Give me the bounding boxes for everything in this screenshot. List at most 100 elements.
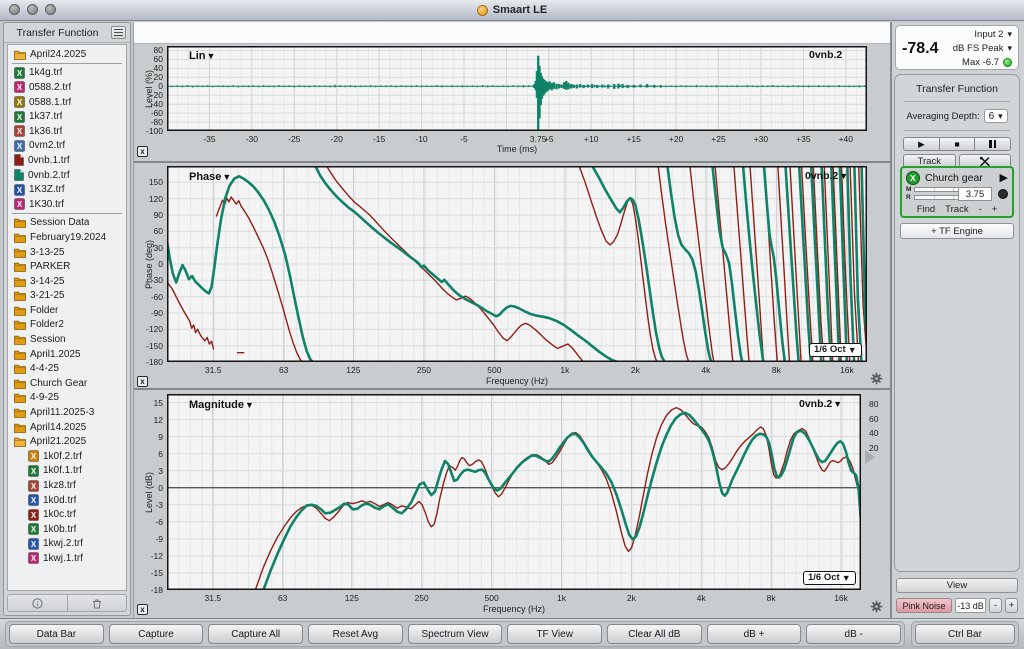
sidebar-file-item[interactable]: X 0588.2.trf [8,80,126,95]
add-tf-engine-button[interactable]: + TF Engine [900,223,1014,239]
record-button[interactable] [998,189,1008,199]
sidebar-folder-item[interactable]: Church Gear [8,376,126,391]
sidebar-file-item[interactable]: X 1kwj.1.trf [8,551,126,566]
window-close-button[interactable] [9,4,20,15]
impulse-chart-menu[interactable]: Lin ▼ [189,50,215,62]
magnitude-chart-menu[interactable]: Magnitude ▼ [189,399,254,411]
sidebar-file-item[interactable]: X 1k0d.trf [8,493,126,508]
sidebar-folder-item[interactable]: April21.2025 [8,434,126,449]
sidebar-folder-item[interactable]: February19.2024 [8,230,126,245]
phase-plot[interactable] [167,166,867,362]
magnitude-smoothing-button[interactable]: 1/6 Oct ▼ [803,571,856,585]
reset-avg-button[interactable]: Reset Avg [308,624,403,644]
item-label: 1k0b.trf [43,523,77,535]
pause-button[interactable] [975,137,1012,151]
magnitude-section: Magnitude ▼ 0vnb.2 ▼ Level (dB) Frequency … [134,388,890,618]
sidebar-file-item[interactable]: X 1K30.trf [8,197,126,212]
phase-smoothing-button[interactable]: 1/6 Oct ▼ [809,343,862,357]
db--button[interactable]: dB + [706,624,802,644]
noise-level-field[interactable]: -13 dB [955,598,986,613]
list-divider [12,62,122,64]
sidebar-file-item[interactable]: X 1kwj.2.trf [8,537,126,552]
sidebar-folder-item[interactable]: 3-21-25 [8,289,126,304]
sidebar-folder-item[interactable]: 4-4-25 [8,361,126,376]
item-label: 3-21-25 [30,290,65,302]
sidebar-file-item[interactable]: X 1kz8.trf [8,478,126,493]
data-bar-button[interactable]: Data Bar [9,624,104,644]
magnitude-settings-button[interactable] [870,600,883,616]
sidebar-folder-item[interactable]: 3-14-25 [8,274,126,289]
sidebar-file-item[interactable]: X 1K3Z.trf [8,182,126,197]
impulse-close-button[interactable]: x [137,146,148,157]
sidebar-file-item[interactable]: X 0vm2.trf [8,139,126,154]
magnitude-trace-menu[interactable]: 0vnb.2 ▼ [799,398,842,410]
svg-text:X: X [31,452,37,461]
phase-close-button[interactable]: x [137,376,148,387]
phase-chart-menu[interactable]: Phase ▼ [189,171,231,183]
info-button[interactable]: i [8,595,67,611]
sidebar-folder-item[interactable]: April11.2025-3 [8,405,126,420]
impulse-plot[interactable] [167,46,867,131]
view-button[interactable]: View [896,578,1018,593]
file-sidebar: Transfer Function April24.2025 X 1k4g.trf X… [3,22,131,616]
sidebar-folder-item[interactable]: Folder [8,303,126,318]
sidebar-file-item[interactable]: X 1k4g.trf [8,66,126,81]
play-button[interactable]: ▶ [903,137,940,151]
x-tick-label: 31.5 [204,593,222,603]
tf-view-button[interactable]: TF View [507,624,603,644]
sidebar-folder-item[interactable]: April14.2025 [8,420,126,435]
sidebar-folder-item[interactable]: Folder2 [8,318,126,333]
pink-noise-button[interactable]: Pink Noise [896,598,952,613]
sidebar-file-item[interactable]: X 1k0f.2.trf [8,449,126,464]
window-minimize-button[interactable] [27,4,38,15]
delay-plus-button[interactable]: + [992,204,998,215]
clear-all-db-button[interactable]: Clear All dB [607,624,702,644]
stop-button[interactable]: ■ [939,137,976,151]
threshold-marker[interactable] [865,450,875,464]
sidebar-file-item[interactable]: X 1k0c.trf [8,507,126,522]
sidebar-file-item[interactable]: X 1k0f.1.trf [8,464,126,479]
window-zoom-button[interactable] [45,4,56,15]
delay-value-field[interactable]: 3.75 [958,187,992,201]
sidebar-folder-item[interactable]: April1.2025 [8,347,126,362]
engine-meters: M R 3.75 [906,186,1008,203]
capture-all-button[interactable]: Capture All [208,624,304,644]
engine-status-icon[interactable]: X [906,170,920,185]
magnitude-close-button[interactable]: x [137,604,148,615]
sidebar-file-item[interactable]: X 1k37.trf [8,109,126,124]
sidebar-file-item[interactable]: 0vnb.2.trf [8,168,126,183]
engine-track-button[interactable]: Track [945,204,968,215]
sidebar-folder-item[interactable]: 4-9-25 [8,391,126,406]
sidebar-folder-item[interactable]: Session [8,332,126,347]
averaging-depth-select[interactable]: 6 ▾ [983,109,1008,123]
ctrl-bar-button[interactable]: Ctrl Bar [915,624,1015,644]
sidebar-folder-item[interactable]: Session Data [8,216,126,231]
sidebar-file-item[interactable]: X 1k0b.trf [8,522,126,537]
sidebar-folder-item[interactable]: 3-13-25 [8,245,126,260]
phase-settings-button[interactable] [870,372,883,388]
sidebar-folder-item[interactable]: PARKER [8,259,126,274]
sidebar-file-item[interactable]: X 0588.1.trf [8,95,126,110]
y-tick-label: -90 [150,308,163,318]
sidebar-file-item[interactable]: 0vnb.1.trf [8,153,126,168]
noise-plus-button[interactable]: + [1005,598,1018,613]
x-tick-label: 2k [626,593,636,603]
find-button[interactable]: Find [917,204,935,215]
input-select[interactable]: Input 2 [974,29,1003,40]
spectrum-view-button[interactable]: Spectrum View [407,624,503,644]
sidebar-menu-button[interactable] [111,26,126,39]
delay-minus-button[interactable]: - [979,204,982,215]
impulse-trace-label: 0vnb.2 [809,49,843,61]
magnitude-plot[interactable] [167,394,861,590]
tf-engine-item[interactable]: X Church gear ▶ M R 3.75 Find Track - + [900,166,1014,218]
noise-minus-button[interactable]: - [989,598,1002,613]
sidebar-folder-item[interactable]: April24.2025 [8,47,126,62]
db--button[interactable]: dB - [806,624,902,644]
phase-trace-menu[interactable]: 0vnb.2 ▼ [805,170,848,182]
svg-text:X: X [17,69,23,78]
sidebar-file-item[interactable]: X 1k36.trf [8,124,126,139]
engine-play-icon[interactable]: ▶ [1000,171,1008,184]
meter-unit-select[interactable]: dB FS Peak [953,43,1004,54]
capture-button[interactable]: Capture [108,624,204,644]
delete-button[interactable] [66,595,127,611]
